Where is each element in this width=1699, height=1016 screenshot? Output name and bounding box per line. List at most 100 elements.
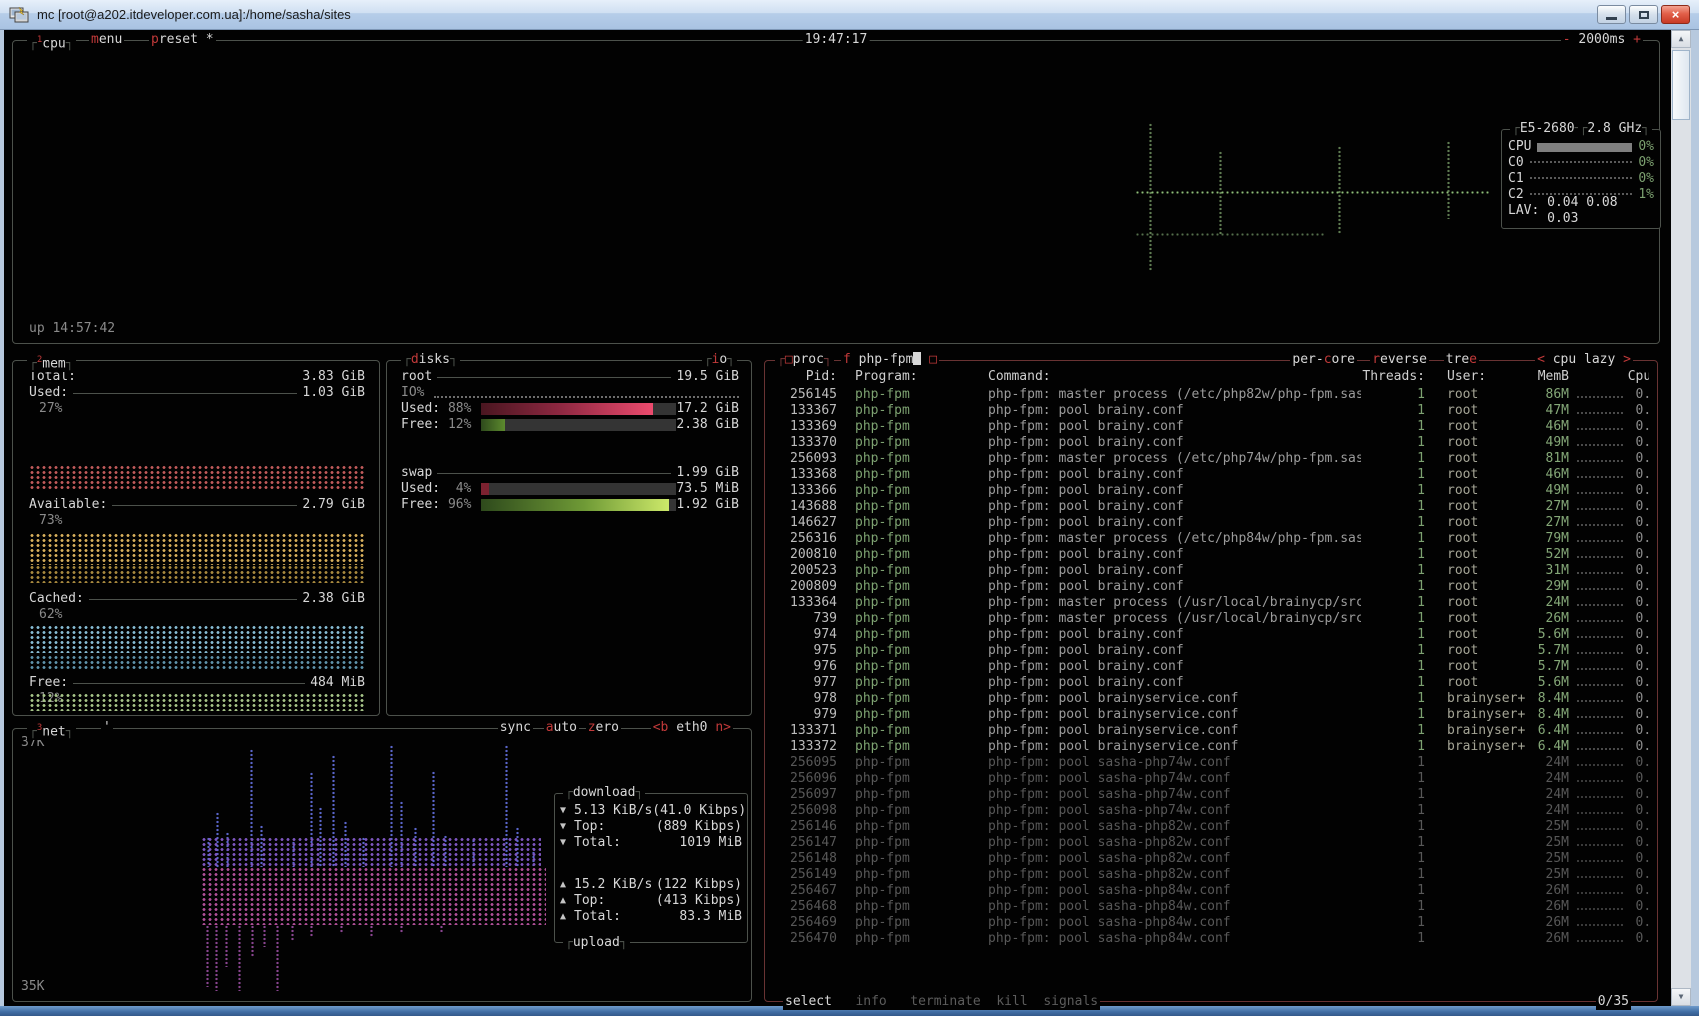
process-row[interactable]: 256467php-fpmphp-fpm: pool sasha-php84w.… xyxy=(775,883,1649,899)
process-row[interactable]: 256149php-fpmphp-fpm: pool sasha-php82w.… xyxy=(775,867,1649,883)
process-row[interactable]: 133364php-fpmphp-fpm: master process (/u… xyxy=(775,595,1649,611)
filter-clear-button[interactable]: □ xyxy=(929,352,937,367)
prev-device-button[interactable]: <b xyxy=(653,720,669,735)
interval-minus-button[interactable]: - xyxy=(1563,32,1571,47)
signals-action[interactable]: signals xyxy=(1043,994,1098,1009)
process-row[interactable]: 133370php-fpmphp-fpm: pool brainy.conf1r… xyxy=(775,435,1649,451)
process-row[interactable]: 256097php-fpmphp-fpm: pool sasha-php74w.… xyxy=(775,787,1649,803)
kill-action[interactable]: kill xyxy=(996,994,1027,1009)
scrollbar-thumb[interactable] xyxy=(1672,50,1690,120)
process-row[interactable]: 256146php-fpmphp-fpm: pool sasha-php82w.… xyxy=(775,819,1649,835)
column-cpu[interactable]: Cpu% xyxy=(1627,369,1649,385)
process-row[interactable]: 256148php-fpmphp-fpm: pool sasha-php82w.… xyxy=(775,851,1649,867)
process-row[interactable]: 256095php-fpmphp-fpm: pool sasha-php74w.… xyxy=(775,755,1649,771)
process-row[interactable]: 256147php-fpmphp-fpm: pool sasha-php82w.… xyxy=(775,835,1649,851)
reverse-toggle[interactable]: reverse xyxy=(1370,352,1429,368)
mem-available-row: Available: 2.79 GiB xyxy=(29,497,365,513)
sort-right-button[interactable]: > xyxy=(1623,352,1631,367)
mem-panel-title[interactable]: 2mem xyxy=(27,352,76,372)
process-row[interactable]: 256316php-fpmphp-fpm: master process (/e… xyxy=(775,531,1649,547)
tree-toggle[interactable]: tree xyxy=(1444,352,1479,368)
interval-plus-button[interactable]: + xyxy=(1633,32,1641,47)
cpu-graph-spike xyxy=(1148,123,1153,271)
auto-button[interactable]: auto xyxy=(544,720,579,736)
preset-button[interactable]: preset * xyxy=(149,32,216,48)
process-row[interactable]: 133371php-fpmphp-fpm: pool brainyservice… xyxy=(775,723,1649,739)
select-action[interactable]: select xyxy=(785,994,832,1009)
mem-cached-row: Cached: 2.38 GiB xyxy=(29,591,365,607)
divider xyxy=(73,683,305,684)
close-button[interactable]: × xyxy=(1661,5,1690,24)
disks-panel-title[interactable]: disks xyxy=(401,352,460,368)
download-graph-band xyxy=(201,837,541,867)
zero-button[interactable]: zero xyxy=(586,720,621,736)
process-row[interactable]: 133369php-fpmphp-fpm: pool brainy.conf1r… xyxy=(775,419,1649,435)
next-device-button[interactable]: n> xyxy=(715,720,731,735)
process-row[interactable]: 133368php-fpmphp-fpm: pool brainy.conf1r… xyxy=(775,467,1649,483)
mem-available-graph xyxy=(29,533,365,565)
process-row[interactable]: 256469php-fpmphp-fpm: pool sasha-php84w.… xyxy=(775,915,1649,931)
process-row[interactable]: 256145php-fpmphp-fpm: master process (/e… xyxy=(775,387,1649,403)
proc-panel: □proc f php-fpm □ per-core reverse tree … xyxy=(764,360,1658,1002)
column-user[interactable]: User: xyxy=(1425,369,1525,385)
scroll-down-button[interactable]: ▼ xyxy=(1671,988,1691,1006)
process-row[interactable]: 133372php-fpmphp-fpm: pool brainyservice… xyxy=(775,739,1649,755)
disks-panel: disks io root 19.5 GiB IO% Used: 88% 17.… xyxy=(386,360,752,716)
process-row[interactable]: 256098php-fpmphp-fpm: pool sasha-php74w.… xyxy=(775,803,1649,819)
net-panel-title[interactable]: 3net xyxy=(27,720,76,740)
process-row[interactable]: 200810php-fpmphp-fpm: pool brainy.conf1r… xyxy=(775,547,1649,563)
io-mode-button[interactable]: io xyxy=(702,352,737,368)
process-row[interactable]: 133366php-fpmphp-fpm: pool brainy.conf1r… xyxy=(775,483,1649,499)
process-row[interactable]: 974php-fpmphp-fpm: pool brainy.conf1root… xyxy=(775,627,1649,643)
scroll-up-button[interactable]: ▲ xyxy=(1671,30,1691,48)
process-row[interactable]: 978php-fpmphp-fpm: pool brainyservice.co… xyxy=(775,691,1649,707)
terminate-action[interactable]: terminate xyxy=(910,994,980,1009)
process-row[interactable]: 200523php-fpmphp-fpm: pool brainy.conf1r… xyxy=(775,563,1649,579)
mem-panel: 2mem Total: 3.83 GiB Used: 1.03 GiB 27% … xyxy=(12,360,380,716)
update-interval: - 2000ms + xyxy=(1561,32,1643,48)
sort-left-button[interactable]: < xyxy=(1537,352,1545,367)
maximize-button[interactable] xyxy=(1629,5,1658,24)
per-core-toggle[interactable]: per-core xyxy=(1290,352,1357,368)
clock: 19:47:17 xyxy=(803,32,870,48)
cpu-panel-title[interactable]: 1cpu xyxy=(27,32,76,52)
filter-input[interactable]: php-fpm xyxy=(859,352,914,367)
process-row[interactable]: 739php-fpmphp-fpm: master process (/usr/… xyxy=(775,611,1649,627)
upload-graph-spike xyxy=(250,925,255,957)
sync-button[interactable]: sync xyxy=(498,720,533,736)
menu-button[interactable]: menu xyxy=(89,32,124,48)
process-row[interactable]: 256470php-fpmphp-fpm: pool sasha-php84w.… xyxy=(775,931,1649,947)
column-memb[interactable]: MemB xyxy=(1525,369,1569,385)
column-program[interactable]: Program: xyxy=(837,369,969,385)
load-average-row: LAV: 0.04 0.08 0.03 xyxy=(1502,203,1660,219)
process-row[interactable]: 256468php-fpmphp-fpm: pool sasha-php84w.… xyxy=(775,899,1649,915)
process-row[interactable]: 256096php-fpmphp-fpm: pool sasha-php74w.… xyxy=(775,771,1649,787)
disk-io-graph xyxy=(434,396,739,398)
process-table-header[interactable]: Pid: Program: Command: Threads: User: Me… xyxy=(775,369,1649,385)
proc-panel-title[interactable]: □proc xyxy=(775,352,834,368)
core1-history-graph xyxy=(1530,177,1633,179)
process-row[interactable]: 976php-fpmphp-fpm: pool brainy.conf1root… xyxy=(775,659,1649,675)
close-icon: × xyxy=(1672,7,1680,23)
upload-total-row: ▲ Total: 83.3 MiB xyxy=(555,909,747,925)
mem-available-percent: 73% xyxy=(29,513,365,529)
down-arrow-icon: ▼ xyxy=(560,803,574,819)
process-row[interactable]: 200809php-fpmphp-fpm: pool brainy.conf1r… xyxy=(775,579,1649,595)
column-pid[interactable]: Pid: xyxy=(775,369,837,385)
process-row[interactable]: 146627php-fpmphp-fpm: pool brainy.conf1r… xyxy=(775,515,1649,531)
window-titlebar[interactable]: mc [root@a202.itdeveloper.com.ua]:/home/… xyxy=(0,0,1699,30)
column-threads[interactable]: Threads: xyxy=(1361,369,1425,385)
scrollbar[interactable]: ▲ ▼ xyxy=(1671,30,1691,1006)
process-row[interactable]: 143688php-fpmphp-fpm: pool brainy.conf1r… xyxy=(775,499,1649,515)
process-row[interactable]: 977php-fpmphp-fpm: pool brainy.conf1root… xyxy=(775,675,1649,691)
process-row[interactable]: 256093php-fpmphp-fpm: master process (/e… xyxy=(775,451,1649,467)
process-row[interactable]: 975php-fpmphp-fpm: pool brainy.conf1root… xyxy=(775,643,1649,659)
info-action[interactable]: info xyxy=(855,994,886,1009)
process-row[interactable]: 133367php-fpmphp-fpm: pool brainy.conf1r… xyxy=(775,403,1649,419)
column-command[interactable]: Command: xyxy=(969,369,1361,385)
minimize-button[interactable] xyxy=(1597,5,1626,24)
process-row[interactable]: 979php-fpmphp-fpm: pool brainyservice.co… xyxy=(775,707,1649,723)
net-device-switcher: <b eth0 n> xyxy=(651,720,733,736)
upload-graph-spike xyxy=(439,925,444,932)
process-filter[interactable]: f php-fpm □ xyxy=(841,352,939,368)
